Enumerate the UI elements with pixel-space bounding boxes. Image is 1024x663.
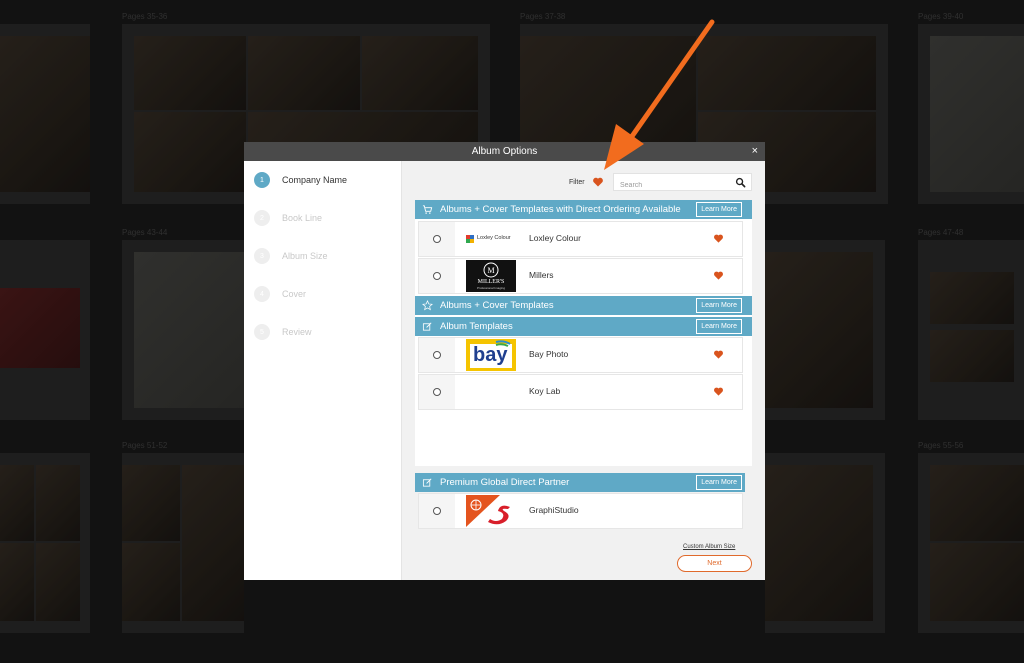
step-label: Album Size [282, 251, 328, 261]
section-title: Premium Global Direct Partner [440, 477, 570, 488]
section-title: Albums + Cover Templates [440, 300, 554, 311]
search-input[interactable] [614, 177, 724, 194]
edit-icon [422, 322, 432, 331]
step-number: 5 [254, 324, 270, 340]
step-cover[interactable]: 4 Cover [254, 285, 306, 303]
learn-more-button[interactable]: Learn More [696, 475, 742, 490]
step-label: Review [282, 327, 312, 337]
step-label: Book Line [282, 213, 323, 223]
section-title: Album Templates [440, 321, 513, 332]
company-row-bay-photo[interactable]: bay Bay Photo [418, 337, 743, 373]
learn-more-button[interactable]: Learn More [696, 202, 742, 217]
graphistudio-logo [466, 495, 516, 527]
section-title: Albums + Cover Templates with Direct Ord… [440, 204, 681, 215]
company-row-loxley[interactable]: Loxley Colour Loxley Colour [418, 221, 743, 257]
step-label: Company Name [282, 175, 348, 185]
star-icon [422, 300, 433, 311]
custom-album-size-link[interactable]: Custom Album Size [683, 544, 735, 550]
company-row-millers[interactable]: M MILLER'S Professional Imaging Millers [418, 258, 743, 294]
step-label: Cover [282, 289, 307, 299]
company-row-graphistudio[interactable]: GraphiStudio [418, 493, 743, 529]
heart-icon[interactable] [713, 349, 724, 360]
loxley-logo: Loxley Colour [466, 223, 516, 255]
heart-icon[interactable] [713, 386, 724, 397]
edit-icon [422, 478, 432, 487]
section-header-album-templates: Album Templates Learn More [415, 317, 752, 336]
close-icon[interactable]: × [752, 142, 758, 161]
step-album-size[interactable]: 3 Album Size [254, 247, 328, 265]
step-number: 3 [254, 248, 270, 264]
dialog-title: Album Options [471, 146, 538, 157]
filter-label: Filter [569, 179, 585, 186]
heart-icon[interactable] [592, 176, 604, 188]
company-name: GraphiStudio [529, 505, 579, 515]
dialog-titlebar: Album Options × [244, 142, 765, 161]
company-name: Loxley Colour [529, 233, 581, 243]
step-number: 4 [254, 286, 270, 302]
wizard-steps: 1 Company Name 2 Book Line 3 Album Size … [244, 161, 402, 580]
album-options-dialog: Album Options × 1 Company Name 2 Book Li… [244, 142, 765, 580]
company-radio[interactable] [433, 272, 441, 280]
step-number: 2 [254, 210, 270, 226]
company-name: Koy Lab [529, 386, 561, 396]
millers-logo: M MILLER'S Professional Imaging [466, 260, 516, 292]
section-header-direct-ordering: Albums + Cover Templates with Direct Ord… [415, 200, 752, 219]
heart-icon[interactable] [713, 233, 724, 244]
section-header-cover-templates: Albums + Cover Templates Learn More [415, 296, 752, 315]
company-name: Bay Photo [529, 349, 569, 359]
company-radio[interactable] [433, 507, 441, 515]
company-list: Albums + Cover Templates with Direct Ord… [415, 200, 752, 466]
next-button[interactable]: Next [677, 555, 752, 572]
company-radio[interactable] [433, 388, 441, 396]
company-radio[interactable] [433, 235, 441, 243]
company-list-panel: Filter Albums + Cover Templates with Dir… [402, 161, 765, 580]
company-row-koy-lab[interactable]: Koy Lab [418, 374, 743, 410]
step-company-name[interactable]: 1 Company Name [254, 171, 347, 189]
section-header-premium-partner: Premium Global Direct Partner Learn More [415, 473, 745, 492]
step-review[interactable]: 5 Review [254, 323, 312, 341]
cart-icon [422, 205, 433, 214]
company-radio[interactable] [433, 351, 441, 359]
learn-more-button[interactable]: Learn More [696, 319, 742, 334]
company-name: Millers [529, 270, 554, 280]
heart-icon[interactable] [713, 270, 724, 281]
search-icon[interactable] [735, 177, 746, 188]
step-number: 1 [254, 172, 270, 188]
step-book-line[interactable]: 2 Book Line [254, 209, 322, 227]
svg-text:M: M [487, 266, 494, 275]
bay-photo-logo: bay [466, 339, 516, 371]
learn-more-button[interactable]: Learn More [696, 298, 742, 313]
search-box [613, 173, 752, 194]
